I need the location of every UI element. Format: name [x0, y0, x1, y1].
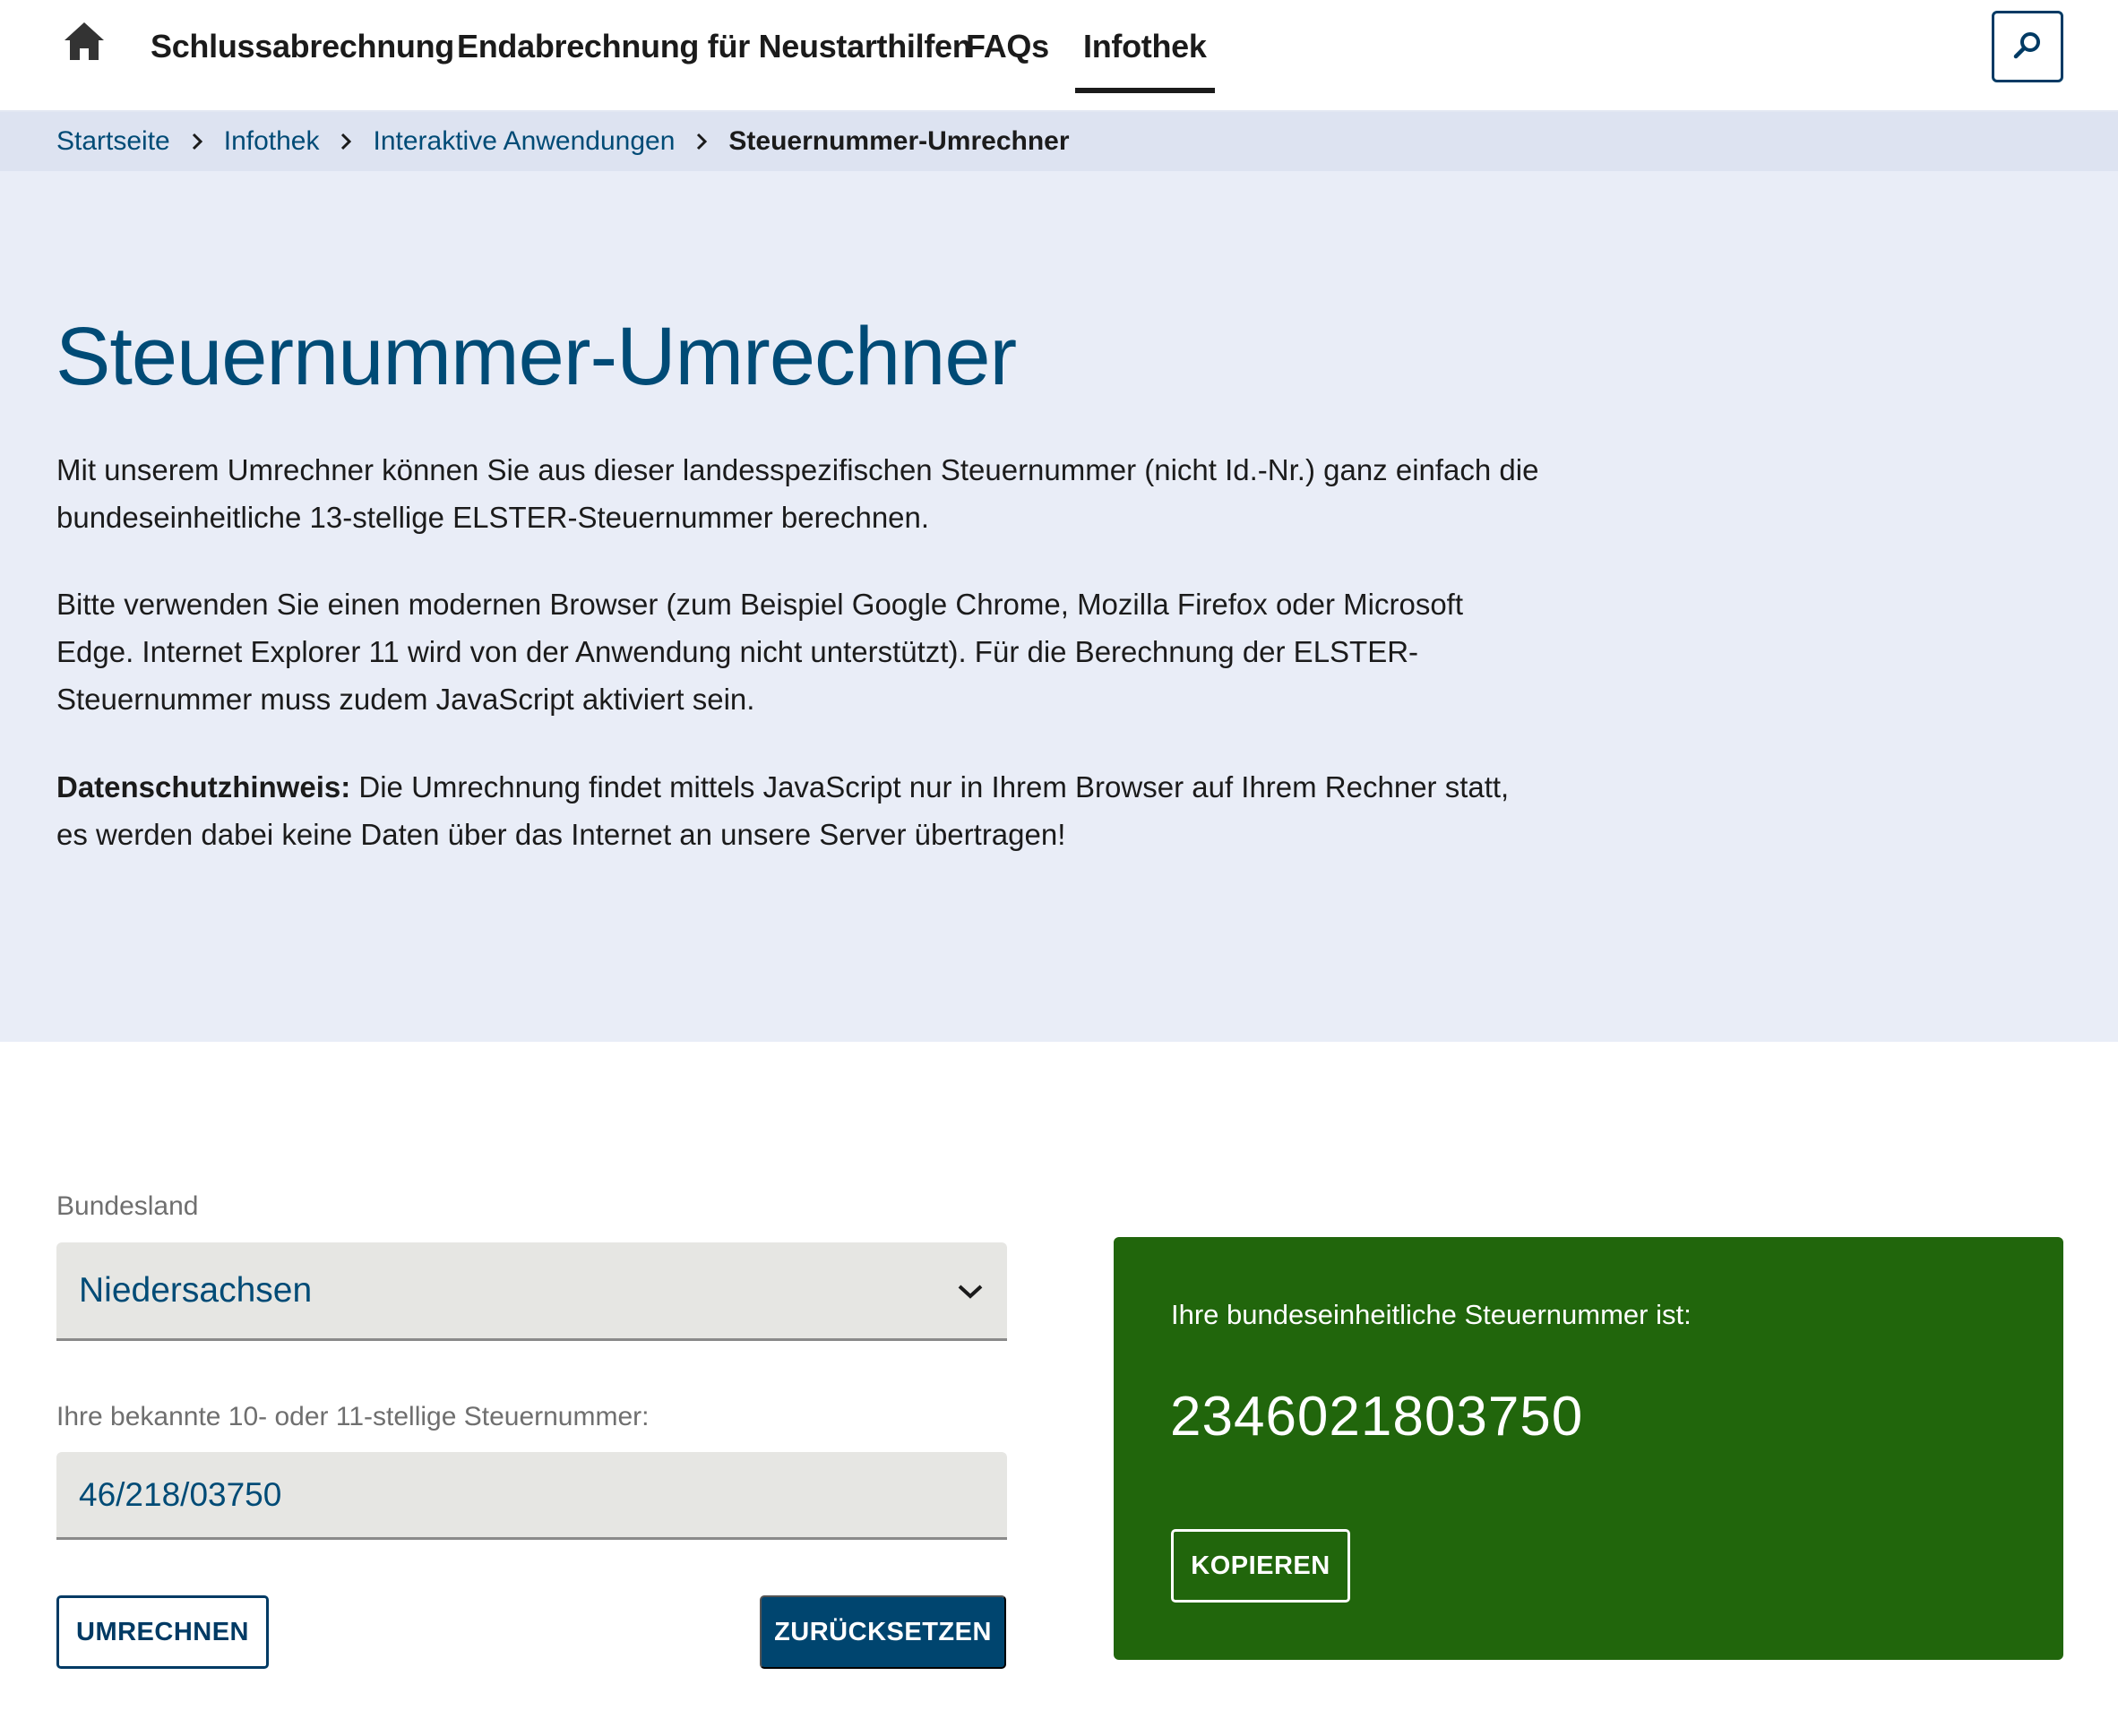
state-select[interactable]: Niedersachsen — [56, 1242, 1007, 1341]
reset-button[interactable]: ZURÜCKSETZEN — [760, 1595, 1006, 1669]
nav-item-schlussabrechnung[interactable]: Schlussabrechnung — [151, 0, 454, 93]
nav-item-endabrechnung-neustarthilfen[interactable]: Endabrechnung für Neustarthilfen — [457, 0, 972, 93]
nav-item-infothek[interactable]: Infothek — [1075, 0, 1215, 93]
chevron-down-icon — [946, 1268, 994, 1316]
home-button[interactable] — [59, 16, 109, 70]
intro-section: Steuernummer-Umrechner Mit unserem Umrec… — [0, 171, 2118, 1042]
result-panel: Ihre bundeseinheitliche Steuernummer ist… — [1114, 1237, 2063, 1660]
breadcrumb-link-infothek[interactable]: Infothek — [224, 126, 320, 157]
intro-paragraph: Mit unserem Umrechner können Sie aus die… — [56, 453, 1539, 534]
search-icon — [2012, 30, 2043, 64]
breadcrumb: Startseite Infothek Interaktive Anwendun… — [0, 112, 2118, 171]
nav-item-faqs[interactable]: FAQs — [966, 0, 1049, 93]
breadcrumb-current-page: Steuernummer-Umrechner — [728, 126, 1070, 156]
privacy-label: Datenschutzhinweis: — [56, 770, 351, 804]
breadcrumb-link-interaktive-anwendungen[interactable]: Interaktive Anwendungen — [373, 126, 675, 157]
home-icon — [63, 21, 106, 66]
search-button[interactable] — [1992, 11, 2063, 82]
privacy-paragraph: Datenschutzhinweis: Die Umrechnung finde… — [56, 763, 1544, 858]
breadcrumb-link-startseite[interactable]: Startseite — [56, 126, 170, 157]
copy-button[interactable]: KOPIEREN — [1171, 1529, 1350, 1603]
result-tax-number: 2346021803750 — [1170, 1386, 1584, 1448]
convert-button[interactable]: UMRECHNEN — [56, 1595, 269, 1669]
state-select-value: Niedersachsen — [79, 1270, 313, 1310]
chevron-right-icon — [675, 124, 728, 159]
page-title: Steuernummer-Umrechner — [56, 311, 1017, 402]
taxnumber-input[interactable]: 46/218/03750 — [56, 1452, 1007, 1540]
taxnumber-label: Ihre bekannte 10- oder 11-stellige Steue… — [56, 1402, 650, 1431]
result-label: Ihre bundeseinheitliche Steuernummer ist… — [1171, 1299, 1692, 1330]
chevron-right-icon — [319, 124, 373, 159]
top-navigation: Schlussabrechnung Endabrechnung für Neus… — [0, 0, 2118, 112]
chevron-right-icon — [170, 124, 224, 159]
browser-hint-paragraph: Bitte verwenden Sie einen modernen Brows… — [56, 588, 1464, 716]
state-label: Bundesland — [56, 1191, 199, 1221]
